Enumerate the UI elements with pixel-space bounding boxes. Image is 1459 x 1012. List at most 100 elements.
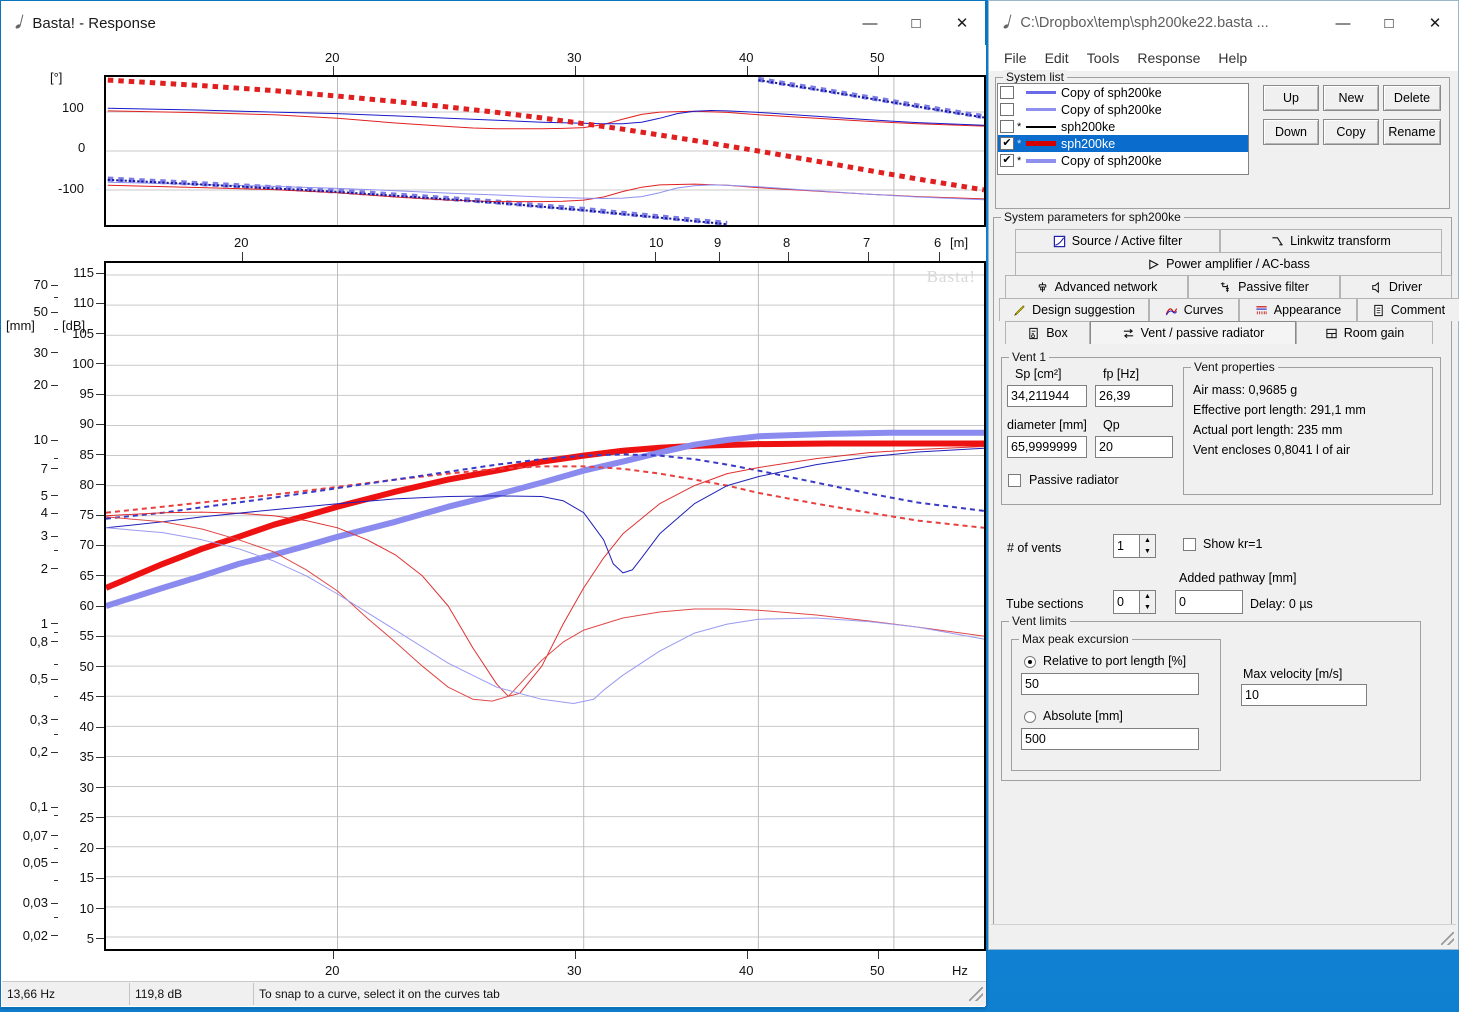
passive-radiator-checkbox[interactable] bbox=[1008, 474, 1021, 487]
tab-power-amplifier[interactable]: Power amplifier / AC-bass bbox=[1015, 252, 1442, 275]
spl-mm-tick: 10 bbox=[33, 432, 48, 448]
menu-tools[interactable]: Tools bbox=[1078, 48, 1129, 68]
system-list-item[interactable]: Copy of sph200ke bbox=[998, 101, 1248, 118]
spl-top-tick-7: 7 bbox=[863, 235, 871, 250]
spl-mm-tick: 7 bbox=[40, 460, 48, 476]
up-button[interactable]: Up bbox=[1263, 85, 1319, 111]
num-vents-label: # of vents bbox=[1007, 541, 1062, 555]
amplifier-icon bbox=[1149, 258, 1159, 270]
system-enable-checkbox[interactable]: ✔ bbox=[1000, 137, 1014, 150]
spl-db-tick-mark bbox=[96, 272, 104, 274]
stepper-down-icon[interactable]: ▼ bbox=[1140, 602, 1155, 613]
tab-room-gain[interactable]: Room gain bbox=[1296, 321, 1433, 344]
spl-mm-tick: 50 bbox=[33, 304, 48, 320]
tab-box[interactable]: Box bbox=[1005, 321, 1090, 344]
stepper-up-icon[interactable]: ▲ bbox=[1140, 591, 1155, 602]
main-resize-grip[interactable] bbox=[1441, 932, 1454, 945]
spl-plot-area[interactable]: Basta! bbox=[104, 261, 986, 951]
phase-chart[interactable]: 20 30 40 50 [°] 100 0 -100 bbox=[2, 45, 986, 229]
tab-driver[interactable]: Driver bbox=[1340, 275, 1452, 298]
system-parameters-title: System parameters for sph200ke bbox=[1001, 210, 1184, 224]
absolute-input[interactable]: 500 bbox=[1021, 728, 1199, 750]
system-enable-checkbox[interactable] bbox=[1000, 86, 1014, 99]
response-titlebar[interactable]: 𝅘𝅥 Basta! - Response — □ ✕ bbox=[1, 1, 985, 46]
fp-input[interactable]: 26,39 bbox=[1095, 385, 1173, 407]
minimize-button[interactable]: — bbox=[847, 1, 893, 45]
stepper-down-icon[interactable]: ▼ bbox=[1140, 546, 1155, 557]
relative-input[interactable]: 50 bbox=[1021, 673, 1199, 695]
tab-passive-filter[interactable]: Passive filter bbox=[1188, 275, 1340, 298]
close-button[interactable]: ✕ bbox=[1412, 1, 1458, 45]
show-kr-checkbox[interactable] bbox=[1183, 538, 1196, 551]
maximize-button[interactable]: □ bbox=[1366, 1, 1412, 45]
system-name: Copy of sph200ke bbox=[1061, 85, 1162, 100]
system-list-item[interactable]: ✔ * sph200ke bbox=[998, 135, 1248, 152]
appearance-icon bbox=[1256, 305, 1267, 314]
maximize-button[interactable]: □ bbox=[893, 1, 939, 45]
delete-button[interactable]: Delete bbox=[1383, 85, 1441, 111]
system-list[interactable]: Copy of sph200ke Copy of sph200ke * sph200k… bbox=[997, 83, 1249, 175]
max-velocity-input[interactable]: 10 bbox=[1241, 684, 1367, 706]
copy-button[interactable]: Copy bbox=[1323, 119, 1379, 145]
down-button[interactable]: Down bbox=[1263, 119, 1319, 145]
close-button[interactable]: ✕ bbox=[939, 1, 985, 45]
menu-file[interactable]: File bbox=[995, 48, 1036, 68]
num-vents-stepper[interactable]: ▲ ▼ bbox=[1139, 534, 1156, 558]
spl-chart[interactable]: 20 10 9 8 7 6 [m] [mm] [dB] 70 50 30 20 10 7 5… bbox=[2, 235, 986, 961]
spl-db-tick-mark bbox=[96, 817, 104, 819]
phase-xtick-50: 50 bbox=[870, 50, 885, 65]
menu-help[interactable]: Help bbox=[1209, 48, 1256, 68]
tab-advanced-network[interactable]: Advanced network bbox=[1005, 275, 1188, 298]
vent-property-air-mass: Air mass: 0,9685 g bbox=[1193, 383, 1298, 397]
spl-mm-minor-tick bbox=[54, 733, 58, 735]
tab-comment[interactable]: Comment bbox=[1357, 298, 1459, 321]
qp-input[interactable]: 20 bbox=[1095, 436, 1173, 458]
minimize-button[interactable]: — bbox=[1320, 1, 1366, 45]
resize-grip[interactable] bbox=[969, 987, 983, 1001]
tab-source-active-filter[interactable]: Source / Active filter bbox=[1015, 229, 1220, 252]
system-list-item[interactable]: Copy of sph200ke bbox=[998, 84, 1248, 101]
sp-input[interactable]: 34,211944 bbox=[1007, 385, 1087, 407]
speaker-icon bbox=[1372, 281, 1379, 293]
menu-edit[interactable]: Edit bbox=[1036, 48, 1078, 68]
spl-db-tick: 60 bbox=[79, 598, 94, 613]
main-titlebar[interactable]: 𝅘𝅥 C:\Dropbox\temp\sph200ke22.basta ... —… bbox=[989, 1, 1458, 45]
spl-db-tick: 15 bbox=[79, 870, 94, 886]
tab-label: Box bbox=[1046, 326, 1068, 340]
relative-radio[interactable] bbox=[1024, 656, 1036, 668]
system-enable-checkbox[interactable] bbox=[1000, 103, 1014, 116]
absolute-radio[interactable] bbox=[1024, 711, 1036, 723]
new-button[interactable]: New bbox=[1323, 85, 1379, 111]
system-list-item[interactable]: ✔ * Copy of sph200ke bbox=[998, 152, 1248, 169]
spl-db-tick: 95 bbox=[79, 386, 94, 402]
rename-button[interactable]: Rename bbox=[1383, 119, 1441, 145]
spl-bottom-tick-mark bbox=[575, 951, 576, 959]
vent-property-actual-len: Actual port length: 235 mm bbox=[1193, 423, 1343, 437]
tab-vent-passive-radiator[interactable]: Vent / passive radiator bbox=[1090, 321, 1296, 344]
tab-label: Room gain bbox=[1343, 326, 1405, 340]
tab-design-suggestion[interactable]: Design suggestion bbox=[999, 298, 1149, 321]
phase-plot-area[interactable] bbox=[104, 75, 986, 227]
diameter-input[interactable]: 65,9999999 bbox=[1007, 436, 1087, 458]
spl-mm-tick: 0,5 bbox=[29, 671, 48, 687]
system-enable-checkbox[interactable]: ✔ bbox=[1000, 154, 1014, 167]
max-peak-excursion-title: Max peak excursion bbox=[1019, 632, 1132, 646]
menu-response[interactable]: Response bbox=[1128, 48, 1209, 68]
added-pathway-input[interactable]: 0 bbox=[1175, 590, 1243, 614]
tab-curves[interactable]: Curves bbox=[1149, 298, 1239, 321]
spl-mm-tick-mark bbox=[51, 568, 58, 570]
tab-linkwitz-transform[interactable]: Linkwitz transform bbox=[1220, 229, 1442, 252]
tube-sections-stepper[interactable]: ▲ ▼ bbox=[1139, 590, 1156, 614]
vent-property-enclosed-air: Vent encloses 0,8041 l of air bbox=[1193, 443, 1351, 457]
tab-row-4: Design suggestion Curves Appearance Comm… bbox=[999, 298, 1459, 321]
spl-db-tick-mark bbox=[96, 423, 104, 425]
spl-mm-tick: 3 bbox=[40, 528, 48, 544]
spl-mm-minor-tick bbox=[54, 664, 58, 666]
system-list-item[interactable]: * sph200ke bbox=[998, 118, 1248, 135]
spl-mm-tick-mark bbox=[51, 719, 58, 721]
spl-db-tick-mark bbox=[96, 333, 104, 335]
linkwitz-icon bbox=[1272, 236, 1283, 246]
system-enable-checkbox[interactable] bbox=[1000, 120, 1014, 133]
stepper-up-icon[interactable]: ▲ bbox=[1140, 535, 1155, 546]
tab-appearance[interactable]: Appearance bbox=[1239, 298, 1357, 321]
